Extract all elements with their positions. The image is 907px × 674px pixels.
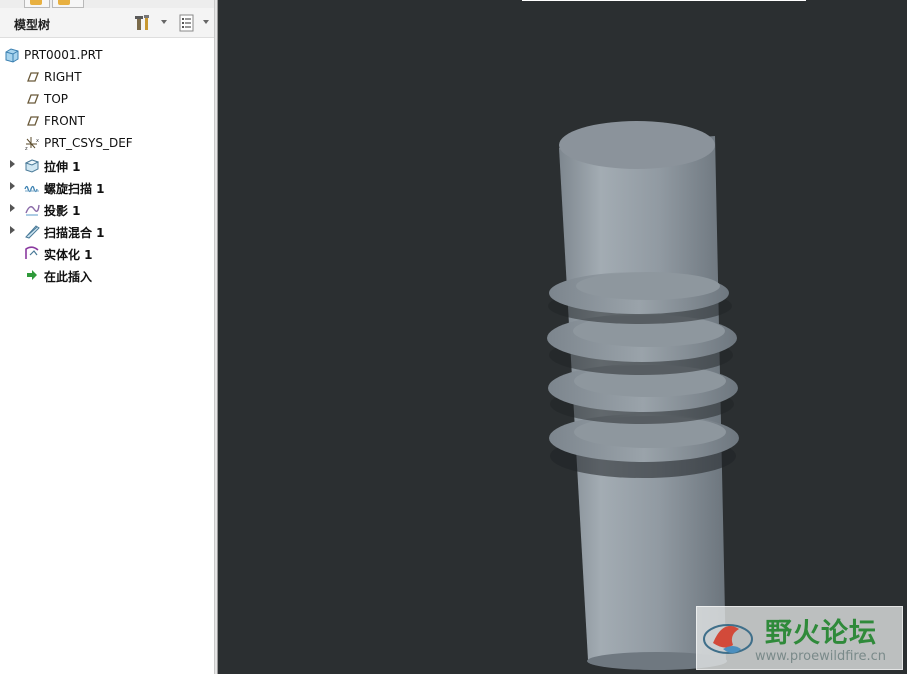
tree-item-extrude[interactable]: 拉伸 1 [0, 154, 214, 176]
svg-text:x: x [36, 138, 39, 144]
graphics-viewport[interactable]: 野火论坛 www.proewildfire.cn [218, 0, 907, 674]
show-dropdown-icon[interactable] [203, 20, 209, 24]
folder-icon [30, 0, 42, 5]
watermark-url: www.proewildfire.cn [755, 649, 886, 664]
part-icon [5, 48, 19, 63]
expand-arrow-icon[interactable] [10, 204, 15, 212]
tree-item-label: 投影 1 [44, 204, 81, 218]
extrude-icon [24, 159, 40, 173]
model-tree-panel: 模型树 PRT0001.PRT RIGHT TOP FRONT x z PRT_… [0, 0, 214, 674]
tree-item-label: PRT_CSYS_DEF [44, 136, 133, 150]
tree-item-label: 在此插入 [44, 270, 93, 284]
settings-dropdown-icon[interactable] [161, 20, 167, 24]
tree-item-csys[interactable]: x z PRT_CSYS_DEF [0, 132, 214, 154]
tree-item-insert-here[interactable]: 在此插入 [0, 264, 214, 286]
tree-item-label: 拉伸 1 [44, 160, 81, 174]
tree-item-label: PRT0001.PRT [24, 48, 103, 62]
tree-item-part[interactable]: PRT0001.PRT [0, 44, 214, 66]
tree-item-solidify[interactable]: 实体化 1 [0, 242, 214, 264]
tree-item-datum-right[interactable]: RIGHT [0, 66, 214, 88]
tab-model-tree[interactable] [24, 0, 50, 8]
model-tree-header: 模型树 [0, 8, 214, 38]
folder-icon [58, 0, 70, 5]
tree-item-label: 扫描混合 1 [44, 226, 105, 240]
panel-title: 模型树 [14, 18, 51, 32]
svg-text:z: z [25, 146, 28, 151]
solidify-icon [25, 246, 39, 259]
coordinate-system-icon: x z [25, 137, 39, 151]
expand-arrow-icon[interactable] [10, 182, 15, 190]
watermark-title: 野火论坛 [765, 618, 877, 649]
settings-tools-icon[interactable] [134, 14, 154, 32]
tree-item-label: 螺旋扫描 1 [44, 182, 105, 196]
tree-item-helical-sweep[interactable]: 螺旋扫描 1 [0, 176, 214, 198]
tree-item-label: FRONT [44, 114, 85, 128]
panel-tab-strip [0, 0, 214, 8]
tree-item-swept-blend[interactable]: 扫描混合 1 [0, 220, 214, 242]
expand-arrow-icon[interactable] [10, 226, 15, 234]
3d-model[interactable] [218, 0, 907, 674]
forum-watermark: 野火论坛 www.proewildfire.cn [696, 606, 903, 670]
tree-item-label: 实体化 1 [44, 248, 93, 262]
tree-item-label: TOP [44, 92, 69, 106]
swept-blend-icon [25, 225, 40, 239]
forum-logo-icon [703, 624, 753, 654]
insert-here-arrow-icon [27, 270, 37, 280]
datum-plane-icon [27, 116, 39, 126]
expand-arrow-icon[interactable] [10, 160, 15, 168]
helical-thread [547, 272, 739, 478]
helical-sweep-icon [24, 185, 39, 193]
tab-folder-browser[interactable] [52, 0, 84, 8]
projection-icon [25, 204, 40, 216]
datum-plane-icon [27, 72, 39, 82]
tree-item-projection[interactable]: 投影 1 [0, 198, 214, 220]
tree-item-datum-top[interactable]: TOP [0, 88, 214, 110]
tree-item-label: RIGHT [44, 70, 82, 84]
datum-plane-icon [27, 94, 39, 104]
show-list-icon[interactable] [178, 14, 196, 32]
tree-item-datum-front[interactable]: FRONT [0, 110, 214, 132]
